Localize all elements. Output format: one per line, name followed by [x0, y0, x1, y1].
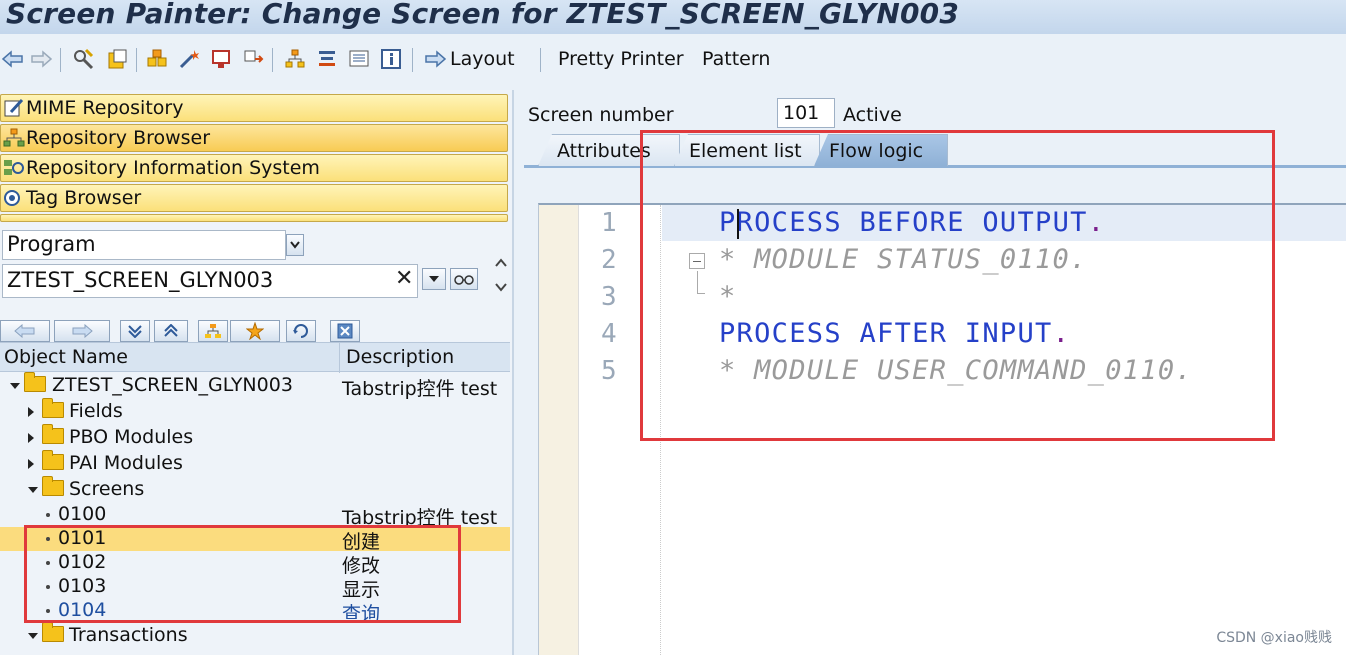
nav-repository-browser[interactable]: Repository Browser: [0, 124, 508, 152]
tree-row-pbo-modules[interactable]: PBO Modules: [0, 424, 510, 450]
back-arrow-icon[interactable]: [2, 48, 24, 70]
history-scroll-arrows-icon[interactable]: [494, 256, 508, 296]
window-title: Screen Painter: Change Screen for ZTEST_…: [6, 0, 959, 30]
nav-truncated-button[interactable]: [0, 214, 508, 222]
pattern-button[interactable]: Pattern: [702, 48, 770, 70]
title-bar: Screen Painter: Change Screen for ZTEST_…: [0, 0, 1346, 34]
open-folder-icon: [42, 476, 64, 496]
nav-tag-browser[interactable]: Tag Browser: [0, 184, 508, 212]
display-glasses-icon[interactable]: [450, 268, 478, 290]
folder-icon: [42, 398, 64, 418]
collapse-all-icon[interactable]: [154, 320, 188, 342]
folder-icon: [42, 424, 64, 444]
list-layout-icon[interactable]: [348, 48, 370, 70]
watermark: CSDN @xiao贱贱: [1216, 630, 1332, 646]
where-used-icon[interactable]: [242, 48, 264, 70]
mime-repository-icon: [2, 97, 26, 119]
layout-button[interactable]: Layout: [450, 48, 515, 70]
line-number: 3: [601, 282, 617, 312]
pretty-printer-button[interactable]: Pretty Printer: [558, 48, 684, 70]
highlight-box-screens: [24, 525, 461, 623]
test-icon[interactable]: [210, 48, 232, 70]
favorites-star-icon[interactable]: [230, 320, 280, 342]
folder-icon: [42, 450, 64, 470]
column-description[interactable]: Description: [346, 346, 454, 368]
tree-row-pai-modules[interactable]: PAI Modules: [0, 450, 510, 476]
sap-gui-window: Screen Painter: Change Screen for ZTEST_…: [0, 0, 1346, 655]
leaf-bullet-icon: [46, 513, 50, 517]
line-number: 5: [601, 356, 617, 386]
info-icon[interactable]: [380, 48, 402, 70]
object-navigator: MIME Repository Repository Browser Repos…: [0, 90, 512, 655]
tree-column-header: Object Name Description: [0, 342, 510, 373]
stack-icon[interactable]: [316, 48, 338, 70]
column-object-name[interactable]: Object Name: [4, 346, 128, 368]
tag-browser-icon: [2, 187, 26, 209]
tree-row-root[interactable]: ZTEST_SCREEN_GLYN003 Tabstrip控件 test: [0, 372, 510, 400]
repository-browser-icon: [2, 127, 26, 149]
editor-gutter: [539, 205, 579, 655]
tree-row-screens[interactable]: Screens: [0, 476, 510, 502]
activate-wand-icon[interactable]: [178, 48, 200, 70]
tree-row-screen-0100[interactable]: 0100 Tabstrip控件 test: [0, 503, 510, 529]
nav-repository-info-system[interactable]: Repository Information System: [0, 154, 508, 182]
screen-status: Active: [843, 104, 902, 126]
open-folder-icon: [42, 622, 64, 642]
layout-arrow-icon[interactable]: [424, 48, 446, 70]
check-icon[interactable]: [146, 48, 168, 70]
tree-forward-icon[interactable]: [54, 320, 110, 342]
expanded-arrow-icon[interactable]: [28, 487, 38, 493]
tree-row-fields[interactable]: Fields: [0, 398, 510, 424]
expand-all-icon[interactable]: [120, 320, 150, 342]
expanded-arrow-icon[interactable]: [28, 633, 38, 639]
tree-hierarchy-icon[interactable]: [198, 320, 228, 342]
application-toolbar: Layout Pretty Printer Pattern: [0, 34, 1346, 90]
screen-number-field[interactable]: 101: [777, 98, 835, 128]
clear-input-icon[interactable]: ✕: [395, 266, 413, 291]
screen-number-label: Screen number: [528, 104, 674, 126]
line-number: 2: [601, 245, 617, 275]
other-object-icon[interactable]: [106, 48, 128, 70]
line-number: 4: [601, 319, 617, 349]
open-folder-icon: [24, 372, 46, 392]
repository-info-icon: [2, 157, 26, 179]
display-change-icon[interactable]: [72, 48, 94, 70]
nav-mime-repository[interactable]: MIME Repository: [0, 94, 508, 122]
close-tree-icon[interactable]: [330, 320, 360, 342]
object-name-input[interactable]: ZTEST_SCREEN_GLYN003: [2, 264, 418, 298]
object-name-dropdown-icon[interactable]: [422, 268, 446, 290]
tree-row-transactions[interactable]: Transactions: [0, 622, 510, 648]
highlight-box-flow-logic: [640, 130, 1275, 441]
collapsed-arrow-icon[interactable]: [28, 433, 34, 443]
hierarchy-icon[interactable]: [284, 48, 306, 70]
object-type-select[interactable]: Program: [2, 230, 286, 260]
object-type-dropdown-icon[interactable]: [286, 234, 304, 256]
collapsed-arrow-icon[interactable]: [28, 407, 34, 417]
collapsed-arrow-icon[interactable]: [28, 459, 34, 469]
flow-logic-editor-panel: Screen number 101 Active Attributes Elem…: [512, 90, 1346, 655]
tree-back-icon[interactable]: [0, 320, 50, 342]
line-number: 1: [601, 208, 617, 238]
expanded-arrow-icon[interactable]: [10, 383, 20, 389]
forward-arrow-icon[interactable]: [30, 48, 52, 70]
refresh-icon[interactable]: [286, 320, 316, 342]
